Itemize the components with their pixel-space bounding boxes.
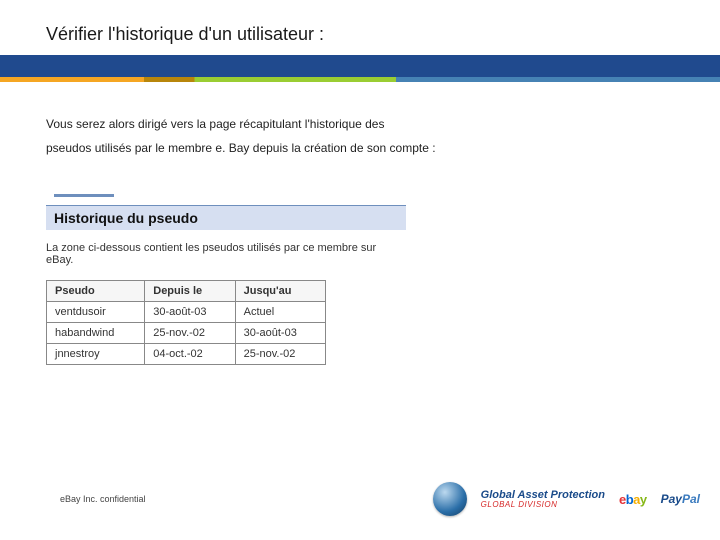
cell-pseudo: jnnestroy bbox=[47, 344, 145, 365]
embedded-screenshot: Historique du pseudo La zone ci-dessous … bbox=[46, 194, 406, 365]
gap-logo: Global Asset Protection GLOBAL DIVISION bbox=[481, 490, 605, 509]
title-area: Vérifier l'historique d'un utilisateur : bbox=[0, 0, 720, 55]
confidential-text: eBay Inc. confidential bbox=[60, 494, 146, 504]
body-area: Vous serez alors dirigé vers la page réc… bbox=[0, 82, 720, 365]
intro-text: Vous serez alors dirigé vers la page réc… bbox=[46, 112, 674, 160]
history-description: La zone ci-dessous contient les pseudos … bbox=[46, 230, 406, 280]
col-pseudo: Pseudo bbox=[47, 281, 145, 302]
gap-title: Global Asset Protection bbox=[481, 490, 605, 501]
intro-line-1: Vous serez alors dirigé vers la page réc… bbox=[46, 117, 384, 131]
table-row: ventdusoir 30-août-03 Actuel bbox=[47, 302, 326, 323]
footer: eBay Inc. confidential Global Asset Prot… bbox=[0, 482, 720, 516]
cell-to: 30-août-03 bbox=[235, 323, 325, 344]
col-from: Depuis le bbox=[145, 281, 235, 302]
history-table: Pseudo Depuis le Jusqu'au ventdusoir 30-… bbox=[46, 280, 326, 365]
cell-from: 30-août-03 bbox=[145, 302, 235, 323]
table-row: jnnestroy 04-oct.-02 25-nov.-02 bbox=[47, 344, 326, 365]
cell-to: Actuel bbox=[235, 302, 325, 323]
cell-from: 04-oct.-02 bbox=[145, 344, 235, 365]
screenshot-top-edge bbox=[54, 194, 114, 197]
cell-pseudo: habandwind bbox=[47, 323, 145, 344]
history-heading: Historique du pseudo bbox=[46, 205, 406, 230]
gap-subtitle: GLOBAL DIVISION bbox=[481, 501, 605, 509]
table-row: habandwind 25-nov.-02 30-août-03 bbox=[47, 323, 326, 344]
cell-to: 25-nov.-02 bbox=[235, 344, 325, 365]
logo-group: Global Asset Protection GLOBAL DIVISION … bbox=[433, 482, 700, 516]
table-header-row: Pseudo Depuis le Jusqu'au bbox=[47, 281, 326, 302]
ebay-logo: ebay bbox=[619, 492, 647, 507]
cell-from: 25-nov.-02 bbox=[145, 323, 235, 344]
col-to: Jusqu'au bbox=[235, 281, 325, 302]
slide-title: Vérifier l'historique d'un utilisateur : bbox=[46, 24, 720, 45]
paypal-logo: PayPal bbox=[661, 492, 700, 506]
header-blue-bar bbox=[0, 55, 720, 77]
globe-icon bbox=[433, 482, 467, 516]
cell-pseudo: ventdusoir bbox=[47, 302, 145, 323]
intro-line-2: pseudos utilisés par le membre e. Bay de… bbox=[46, 141, 436, 155]
slide-container: Vérifier l'historique d'un utilisateur :… bbox=[0, 0, 720, 540]
